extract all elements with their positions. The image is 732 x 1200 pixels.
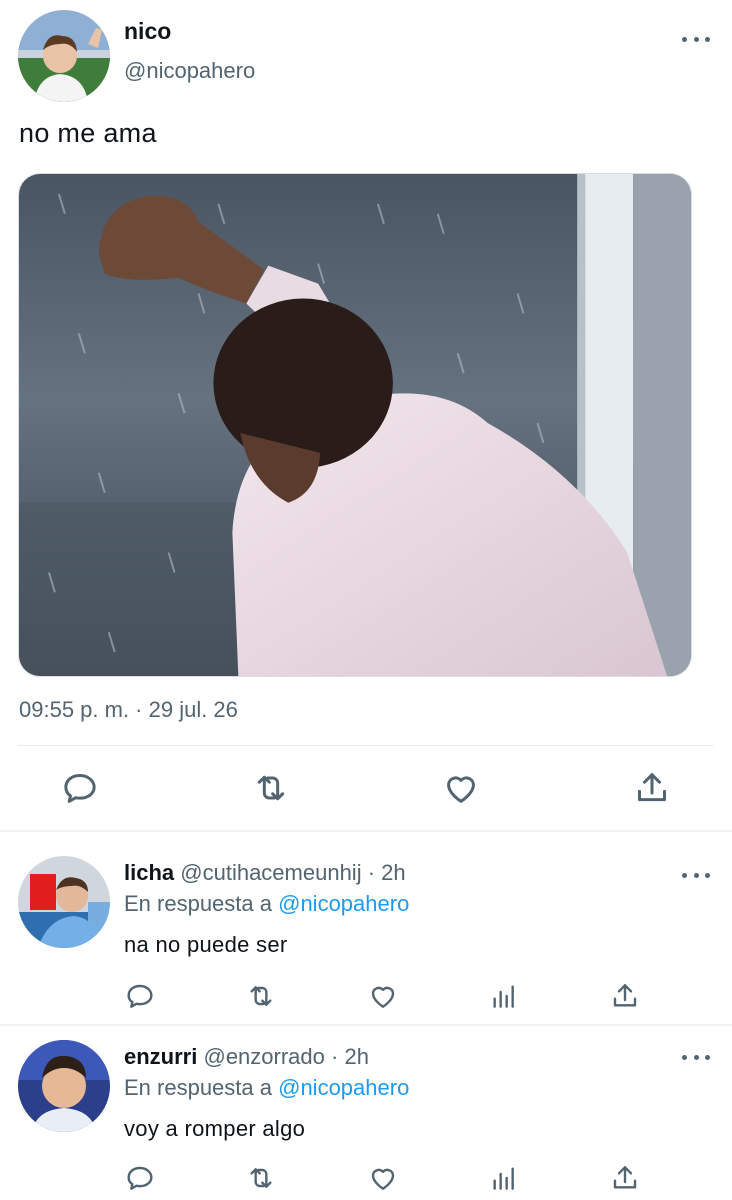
retweet-icon[interactable] xyxy=(245,980,277,1012)
retweet-icon[interactable] xyxy=(251,768,291,808)
reply-time[interactable]: · 2h xyxy=(368,860,406,885)
reply-header: licha @cutihacemeunhij · 2h xyxy=(124,860,406,886)
reply-text: na no puede ser xyxy=(124,932,288,957)
reply-tweet[interactable]: enzurri @enzorrado · 2h En respuesta a @… xyxy=(0,1026,732,1200)
reply-mention-link[interactable]: @nicopahero xyxy=(278,1075,409,1100)
more-options-icon[interactable] xyxy=(682,1052,710,1062)
retweet-icon[interactable] xyxy=(245,1162,277,1194)
share-icon[interactable] xyxy=(609,1162,641,1194)
main-tweet: nico @nicopahero no me ama 09:55 p. m. ·… xyxy=(0,0,732,832)
reply-mention-link[interactable]: @nicopahero xyxy=(278,891,409,916)
reply-author-name[interactable]: licha xyxy=(124,860,174,885)
author-avatar-image xyxy=(18,10,110,102)
analytics-icon[interactable] xyxy=(488,1162,520,1194)
like-icon[interactable] xyxy=(367,980,399,1012)
like-icon[interactable] xyxy=(367,1162,399,1194)
share-icon[interactable] xyxy=(632,768,672,808)
reply-tweet[interactable]: licha @cutihacemeunhij · 2h En respuesta… xyxy=(0,832,732,1024)
share-icon[interactable] xyxy=(609,980,641,1012)
tweet-timestamp[interactable]: 09:55 p. m. · 29 jul. 26 xyxy=(19,697,238,723)
author-name[interactable]: nico xyxy=(124,18,171,45)
meme-photo-icon xyxy=(19,174,691,676)
reply-to-label: En respuesta a xyxy=(124,891,272,916)
reply-context: En respuesta a @nicopahero xyxy=(124,1075,409,1101)
reply-time[interactable]: · 2h xyxy=(331,1044,369,1069)
reply-to-label: En respuesta a xyxy=(124,1075,272,1100)
reply-author-handle[interactable]: @enzorrado xyxy=(203,1044,324,1069)
reply-context: En respuesta a @nicopahero xyxy=(124,891,409,917)
divider xyxy=(18,745,714,746)
reply-text: voy a romper algo xyxy=(124,1116,306,1141)
more-options-icon[interactable] xyxy=(682,34,710,44)
tweet-text: no me ama xyxy=(19,118,157,148)
reply-avatar[interactable] xyxy=(18,1040,110,1132)
like-icon[interactable] xyxy=(441,768,481,808)
reply-avatar[interactable] xyxy=(18,856,110,948)
reply-icon[interactable] xyxy=(124,980,156,1012)
reply-icon[interactable] xyxy=(60,768,100,808)
reply-author-name[interactable]: enzurri xyxy=(124,1044,197,1069)
analytics-icon[interactable] xyxy=(488,980,520,1012)
reply-icon[interactable] xyxy=(124,1162,156,1194)
tweet-media[interactable] xyxy=(18,173,692,677)
reply-author-handle[interactable]: @cutihacemeunhij xyxy=(180,860,361,885)
more-options-icon[interactable] xyxy=(682,870,710,880)
author-avatar[interactable] xyxy=(18,10,110,102)
reply-header: enzurri @enzorrado · 2h xyxy=(124,1044,369,1070)
author-handle[interactable]: @nicopahero xyxy=(124,58,255,84)
